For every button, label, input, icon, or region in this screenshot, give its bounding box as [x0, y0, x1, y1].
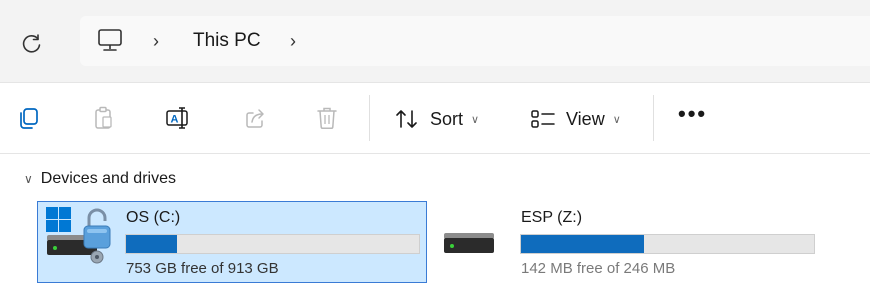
drive-usage-fill	[126, 235, 178, 253]
view-button[interactable]: View ∨	[530, 105, 621, 133]
lock-icon	[82, 205, 112, 270]
command-bar: A Sort ∨ View ∨ •••	[0, 83, 870, 154]
delete-icon[interactable]	[314, 105, 340, 131]
drive-usage-bar	[520, 234, 815, 254]
drive-name: ESP (Z:)	[521, 209, 583, 226]
more-options-button[interactable]: •••	[678, 101, 707, 127]
address-area: › This PC ›	[0, 0, 870, 83]
svg-text:A: A	[171, 114, 179, 126]
address-bar[interactable]: › This PC ›	[80, 16, 870, 66]
drive-free-space: 753 GB free of 913 GB	[126, 260, 279, 277]
toolbar-separator	[369, 95, 370, 141]
breadcrumb-this-pc[interactable]: This PC	[193, 30, 261, 52]
sort-icon	[396, 110, 417, 128]
drive-usage-bar	[125, 234, 420, 254]
view-label: View	[566, 108, 605, 129]
drive-tile-z[interactable]: ESP (Z:) 142 MB free of 246 MB	[434, 201, 834, 283]
refresh-button[interactable]	[14, 26, 50, 62]
chevron-down-icon: ∨	[612, 113, 621, 126]
chevron-down-icon: ∨	[471, 113, 480, 126]
chevron-down-icon: ∨	[24, 172, 33, 186]
copy-icon[interactable]	[16, 105, 42, 131]
sort-label: Sort	[430, 108, 464, 129]
rename-icon[interactable]: A	[164, 105, 190, 131]
drive-name: OS (C:)	[126, 209, 181, 226]
view-icon	[531, 110, 555, 128]
drive-tile-c[interactable]: OS (C:) 753 GB free of 913 GB	[37, 201, 427, 283]
refresh-icon	[22, 34, 41, 53]
drive-usage-fill	[521, 235, 645, 253]
drive-free-space: 142 MB free of 246 MB	[521, 260, 676, 277]
group-header-devices[interactable]: ∨ Devices and drives	[24, 170, 176, 188]
breadcrumb-chevron-icon[interactable]: ›	[153, 31, 159, 52]
toolbar-separator	[653, 95, 654, 141]
group-title: Devices and drives	[40, 170, 176, 187]
breadcrumb-chevron-icon[interactable]: ›	[290, 31, 296, 52]
computer-icon	[96, 28, 124, 59]
drive-icon	[443, 231, 495, 260]
share-icon[interactable]	[242, 105, 268, 131]
sort-button[interactable]: Sort ∨	[394, 105, 479, 133]
paste-icon[interactable]	[91, 105, 117, 131]
